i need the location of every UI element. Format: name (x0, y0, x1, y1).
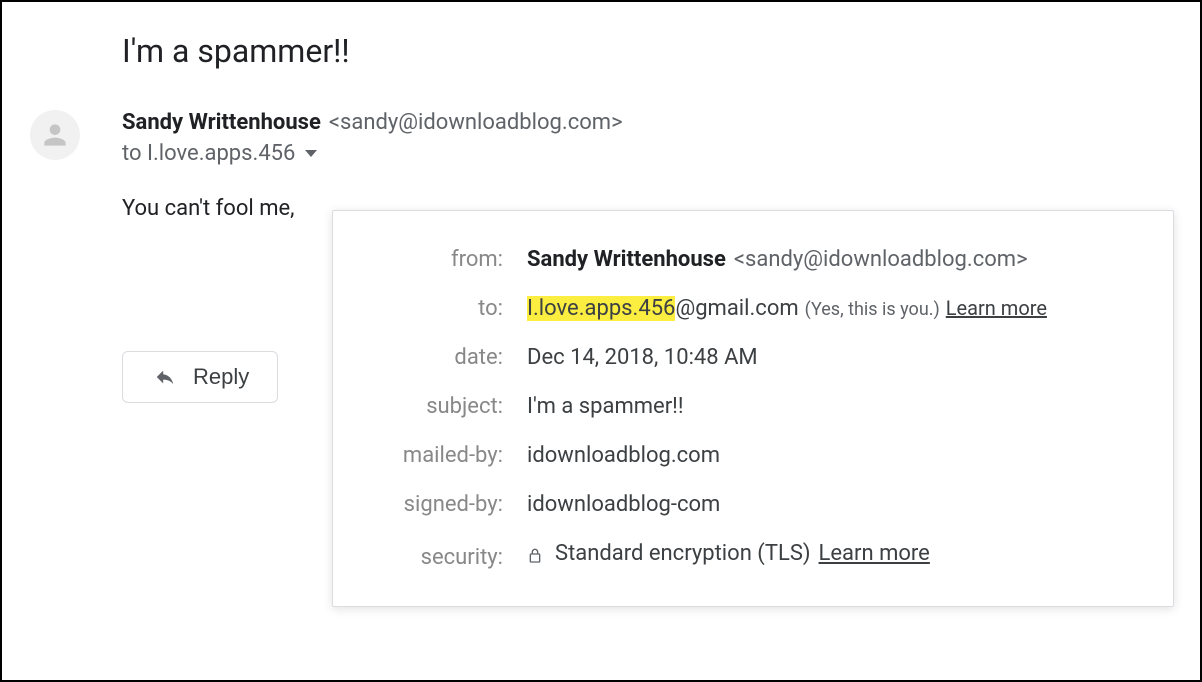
detail-to: to: I.love.apps.456@gmail.com (Yes, this… (363, 296, 1143, 321)
email-subject: I'm a spammer!! (122, 32, 1200, 70)
mailed-by-label: mailed-by: (363, 443, 503, 468)
to-line: to I.love.apps.456 (122, 141, 295, 166)
from-email: <sandy@idownloadblog.com> (734, 247, 1028, 272)
reply-icon (151, 366, 179, 388)
chevron-down-icon[interactable] (305, 150, 317, 157)
signed-by-value: idownloadblog-com (527, 492, 720, 517)
sender-row: Sandy Writtenhouse <sandy@idownloadblog.… (122, 110, 1200, 135)
detail-signed-by: signed-by: idownloadblog-com (363, 492, 1143, 517)
security-learn-more-link[interactable]: Learn more (819, 541, 930, 566)
from-name: Sandy Writtenhouse (527, 247, 726, 272)
to-label: to: (363, 296, 503, 321)
detail-date: date: Dec 14, 2018, 10:48 AM (363, 345, 1143, 370)
sender-email: <sandy@idownloadblog.com> (329, 110, 623, 135)
learn-more-link[interactable]: Learn more (946, 296, 1047, 320)
detail-subject: subject: I'm a spammer!! (363, 394, 1143, 419)
subject-label: subject: (363, 394, 503, 419)
date-label: date: (363, 345, 503, 370)
detail-mailed-by: mailed-by: idownloadblog.com (363, 443, 1143, 468)
detail-from: from: Sandy Writtenhouse <sandy@idownloa… (363, 247, 1143, 272)
security-label: security: (363, 545, 503, 570)
from-label: from: (363, 247, 503, 272)
reply-label: Reply (193, 364, 249, 390)
security-value: Standard encryption (TLS) (555, 541, 811, 566)
to-row[interactable]: to I.love.apps.456 (122, 141, 1200, 166)
to-note: (Yes, this is you.) (805, 299, 940, 320)
mailed-by-value: idownloadblog.com (527, 443, 720, 468)
sender-name: Sandy Writtenhouse (122, 110, 321, 135)
detail-security: security: Standard encryption (TLS) Lear… (363, 541, 1143, 570)
avatar[interactable] (30, 110, 80, 160)
signed-by-label: signed-by: (363, 492, 503, 517)
reply-button[interactable]: Reply (122, 351, 278, 403)
subject-value: I'm a spammer!! (527, 394, 684, 419)
to-highlight: I.love.apps.456 (527, 296, 675, 321)
date-value: Dec 14, 2018, 10:48 AM (527, 345, 758, 370)
email-details-popup: from: Sandy Writtenhouse <sandy@idownloa… (332, 210, 1174, 607)
lock-icon (527, 546, 545, 566)
person-icon (39, 119, 71, 151)
to-rest: @gmail.com (675, 296, 798, 321)
